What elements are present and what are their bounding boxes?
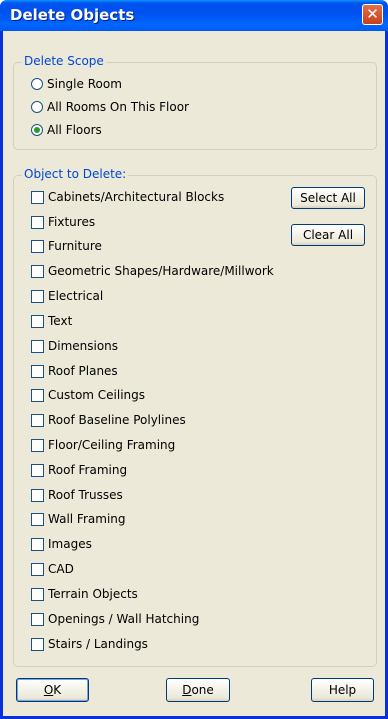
checkbox-item[interactable]: Roof Planes bbox=[31, 362, 118, 380]
checkbox-icon[interactable] bbox=[31, 587, 44, 601]
checkbox-icon[interactable] bbox=[31, 438, 44, 452]
checkbox-item[interactable]: Roof Framing bbox=[31, 461, 127, 479]
checkbox-item[interactable]: Openings / Wall Hatching bbox=[31, 610, 199, 628]
radio-all-floors[interactable]: All Floors bbox=[31, 121, 102, 139]
checkbox-icon[interactable] bbox=[31, 463, 44, 477]
title-bar: Delete Objects ✕ bbox=[0, 0, 388, 31]
checkbox-icon[interactable] bbox=[31, 190, 44, 204]
delete-objects-dialog: Delete Objects ✕ Delete Scope Single Roo… bbox=[0, 0, 388, 719]
checkbox-label: Roof Framing bbox=[48, 463, 128, 477]
checkbox-item[interactable]: CAD bbox=[31, 560, 74, 578]
radio-icon[interactable] bbox=[31, 78, 43, 90]
checkbox-label: Images bbox=[48, 537, 92, 551]
checkbox-label: Roof Baseline Polylines bbox=[48, 413, 186, 427]
close-button[interactable]: ✕ bbox=[362, 4, 383, 25]
select-all-button[interactable]: Select All bbox=[291, 187, 365, 209]
radio-label: Single Room bbox=[47, 77, 122, 91]
checkbox-item[interactable]: Roof Baseline Polylines bbox=[31, 411, 186, 429]
radio-label: All Floors bbox=[47, 123, 102, 137]
checkbox-icon[interactable] bbox=[31, 488, 44, 502]
checkbox-label: Dimensions bbox=[48, 339, 119, 353]
checkbox-label: Furniture bbox=[48, 239, 102, 253]
checkbox-label: Terrain Objects bbox=[48, 587, 138, 601]
checkbox-label: Custom Ceilings bbox=[48, 388, 146, 402]
checkbox-item[interactable]: Text bbox=[31, 312, 72, 330]
radio-all-rooms-this-floor[interactable]: All Rooms On This Floor bbox=[31, 98, 189, 116]
object-to-delete-group: Object to Delete: Cabinets/Architectural… bbox=[13, 167, 377, 667]
ok-mnemonic: O bbox=[43, 683, 54, 697]
object-to-delete-legend: Object to Delete: bbox=[22, 167, 129, 181]
checkbox-label: Roof Trusses bbox=[48, 488, 123, 502]
checkbox-icon[interactable] bbox=[31, 388, 44, 402]
checkbox-item[interactable]: Electrical bbox=[31, 287, 103, 305]
checkbox-item[interactable]: Terrain Objects bbox=[31, 585, 138, 603]
checkbox-item[interactable]: Roof Trusses bbox=[31, 486, 123, 504]
checkbox-label: Geometric Shapes/Hardware/Millwork bbox=[48, 264, 274, 278]
checkbox-item[interactable]: Dimensions bbox=[31, 337, 118, 355]
checkbox-item[interactable]: Geometric Shapes/Hardware/Millwork bbox=[31, 262, 274, 280]
checkbox-icon[interactable] bbox=[31, 512, 44, 526]
checkbox-item[interactable]: Furniture bbox=[31, 237, 102, 255]
radio-label: All Rooms On This Floor bbox=[47, 100, 189, 114]
checkbox-item[interactable]: Custom Ceilings bbox=[31, 386, 145, 404]
checkbox-icon[interactable] bbox=[31, 612, 44, 626]
checkbox-label: CAD bbox=[48, 562, 74, 576]
checkbox-icon[interactable] bbox=[31, 364, 44, 378]
ok-button[interactable]: OK bbox=[16, 678, 89, 702]
delete-scope-group: Delete Scope Single Room All Rooms On Th… bbox=[13, 54, 377, 150]
checkbox-item[interactable]: Floor/Ceiling Framing bbox=[31, 436, 175, 454]
checkbox-icon[interactable] bbox=[31, 314, 44, 328]
radio-single-room[interactable]: Single Room bbox=[31, 75, 122, 93]
radio-icon[interactable] bbox=[31, 101, 43, 113]
checkbox-item[interactable]: Fixtures bbox=[31, 213, 95, 231]
help-button[interactable]: Help bbox=[311, 678, 374, 702]
clear-all-button[interactable]: Clear All bbox=[291, 224, 365, 246]
checkbox-item[interactable]: Images bbox=[31, 535, 92, 553]
done-mnemonic: D bbox=[182, 683, 192, 697]
checkbox-icon[interactable] bbox=[31, 339, 44, 353]
checkbox-icon[interactable] bbox=[31, 264, 44, 278]
checkbox-label: Fixtures bbox=[48, 215, 96, 229]
checkbox-icon[interactable] bbox=[31, 239, 44, 253]
delete-scope-legend: Delete Scope bbox=[22, 54, 106, 68]
checkbox-item[interactable]: Cabinets/Architectural Blocks bbox=[31, 188, 224, 206]
window-title: Delete Objects bbox=[10, 6, 135, 24]
checkbox-icon[interactable] bbox=[31, 537, 44, 551]
checkbox-label: Floor/Ceiling Framing bbox=[48, 438, 176, 452]
checkbox-icon[interactable] bbox=[31, 637, 44, 651]
done-button[interactable]: Done bbox=[166, 678, 230, 702]
checkbox-label: Stairs / Landings bbox=[48, 637, 148, 651]
checkbox-item[interactable]: Wall Framing bbox=[31, 510, 126, 528]
checkbox-icon[interactable] bbox=[31, 562, 44, 576]
done-label-rest: one bbox=[191, 683, 214, 697]
checkbox-icon[interactable] bbox=[31, 215, 44, 229]
checkbox-label: Openings / Wall Hatching bbox=[48, 612, 200, 626]
checkbox-icon[interactable] bbox=[31, 289, 44, 303]
checkbox-label: Electrical bbox=[48, 289, 104, 303]
ok-label-rest: K bbox=[53, 683, 62, 697]
radio-selected-icon[interactable] bbox=[31, 124, 43, 136]
checkbox-label: Cabinets/Architectural Blocks bbox=[48, 190, 225, 204]
checkbox-icon[interactable] bbox=[31, 413, 44, 427]
checkbox-item[interactable]: Stairs / Landings bbox=[31, 635, 148, 653]
checkbox-label: Roof Planes bbox=[48, 364, 118, 378]
checkbox-label: Text bbox=[48, 314, 73, 328]
checkbox-label: Wall Framing bbox=[48, 512, 126, 526]
